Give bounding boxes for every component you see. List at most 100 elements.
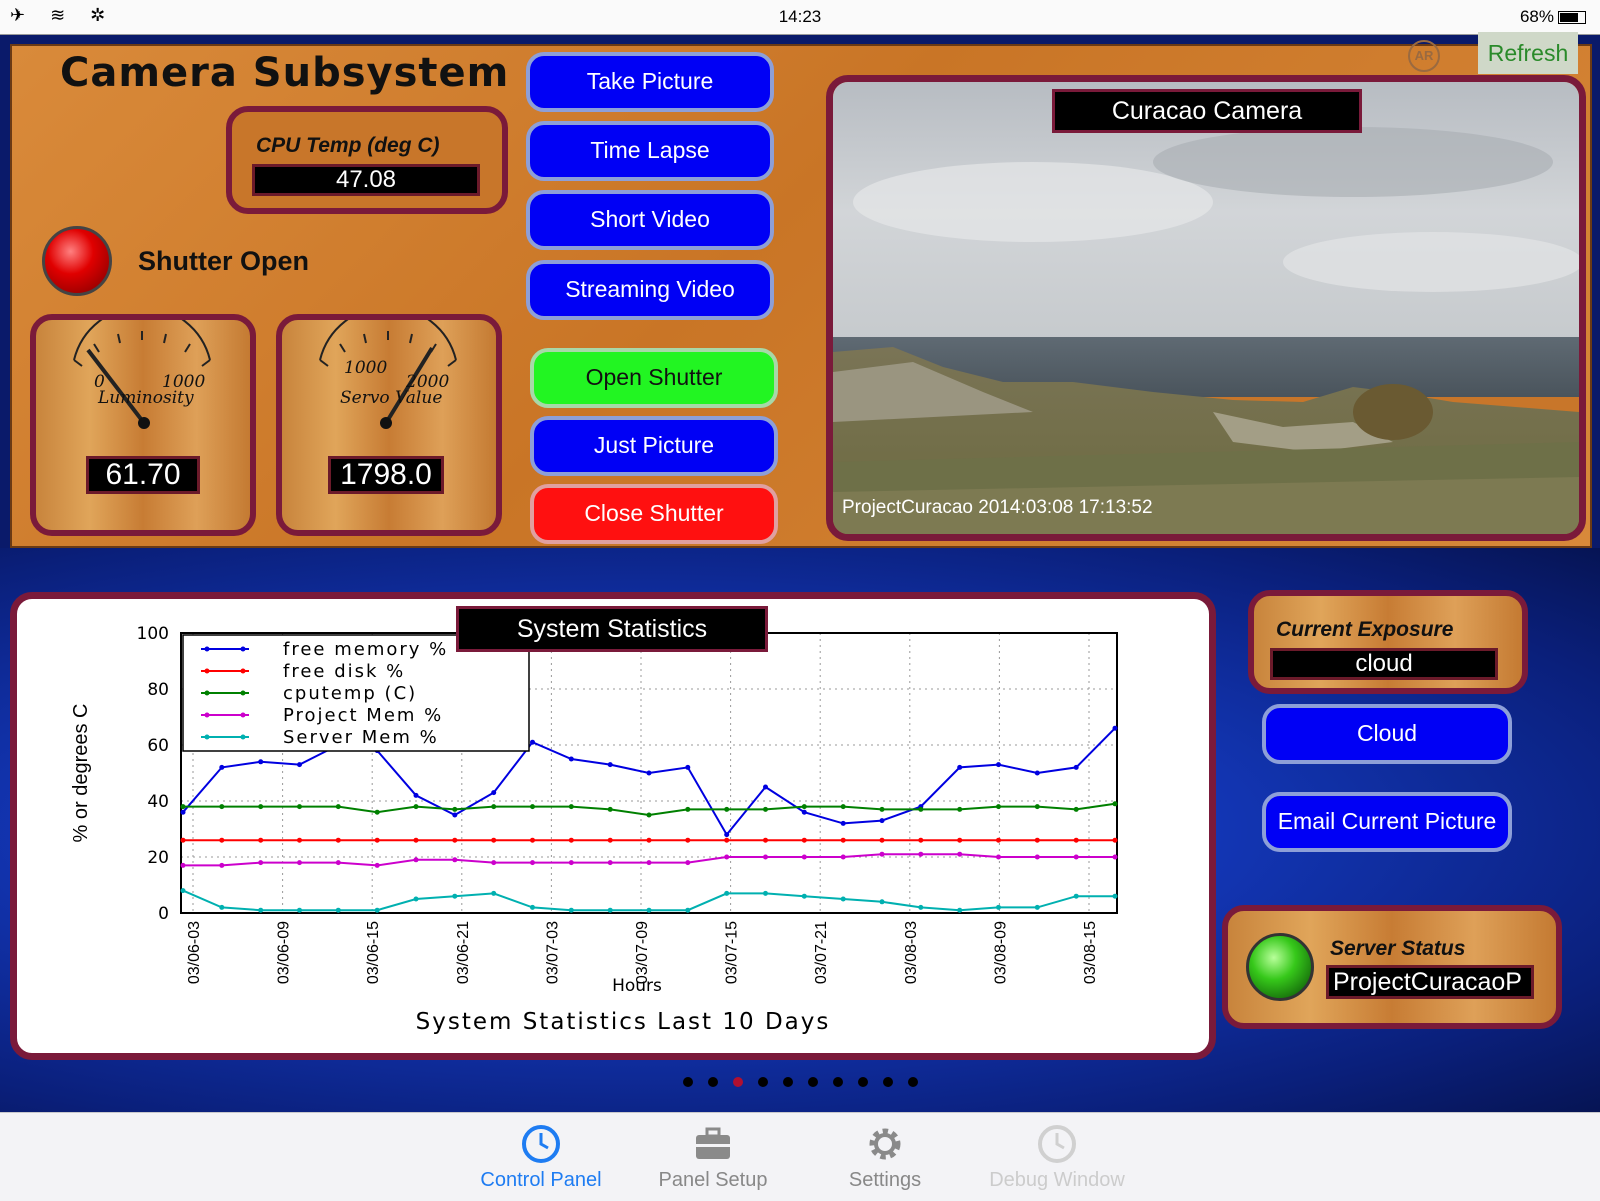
series-point (1112, 854, 1118, 860)
series-point (413, 804, 419, 810)
series-point (413, 896, 419, 902)
server-status-label: Server Status (1330, 937, 1466, 960)
series-point (1112, 893, 1118, 899)
series-point (724, 832, 730, 838)
series-point (1073, 854, 1079, 860)
series-point (607, 860, 613, 866)
camera-title-badge: Curacao Camera (1052, 89, 1362, 133)
page-dot[interactable] (908, 1077, 918, 1087)
time-lapse-button[interactable]: Time Lapse (526, 121, 774, 181)
page-dot[interactable] (733, 1077, 743, 1087)
servo-dial (319, 320, 457, 429)
series-point (219, 862, 225, 868)
x-tick-label: 03/06-15 (365, 921, 382, 984)
series-point (1034, 904, 1040, 910)
page-dot[interactable] (758, 1077, 768, 1087)
y-tick-label: 40 (147, 792, 169, 812)
streaming-video-button[interactable]: Streaming Video (526, 260, 774, 320)
close-shutter-button[interactable]: Close Shutter (530, 484, 778, 544)
x-tick-label: 03/07-09 (634, 921, 651, 984)
take-picture-button[interactable]: Take Picture (526, 52, 774, 112)
ar-icon[interactable]: AR (1408, 40, 1440, 72)
server-status-led (1246, 933, 1314, 1001)
series-point (646, 860, 652, 866)
series-point (452, 857, 458, 863)
y-axis-label: % or degrees C (70, 704, 92, 843)
legend-entry: free disk % (283, 661, 405, 682)
camera-timestamp: ProjectCuracao 2014:03:08 17:13:52 (842, 497, 1153, 518)
series-point (801, 893, 807, 899)
series-point (840, 854, 846, 860)
series-point (957, 806, 963, 812)
series-point (374, 809, 380, 815)
legend-marker (204, 734, 210, 740)
series-point (568, 804, 574, 810)
series-point (996, 837, 1001, 843)
status-bar: ✈ ≋ ✲ 14:23 68% (0, 0, 1600, 35)
statistics-chart: 0 20 40 60 80 100 03/06-03 03/06-09 03/06-15 03/… (70, 624, 1118, 1035)
legend-marker (204, 646, 210, 652)
current-exposure-widget: Current Exposure cloud (1248, 590, 1528, 694)
just-picture-button[interactable]: Just Picture (530, 416, 778, 476)
tab-debug-window[interactable]: Debug Window (972, 1113, 1142, 1201)
battery-indicator: 68% (1520, 7, 1586, 27)
series-point (646, 907, 652, 913)
series-point (452, 812, 458, 818)
tab-control-panel[interactable]: Control Panel (456, 1113, 626, 1201)
series-point (1073, 806, 1079, 812)
series-point (763, 837, 768, 843)
series-point (452, 893, 458, 899)
y-tick-label: 0 (158, 904, 169, 924)
page-dot[interactable] (783, 1077, 793, 1087)
tab-label: Control Panel (480, 1169, 602, 1191)
refresh-button[interactable]: Refresh (1478, 32, 1578, 74)
series-point (374, 862, 380, 868)
series-point (724, 854, 730, 860)
x-tick-label: 03/06-21 (455, 921, 472, 984)
x-tick-label: 03/08-15 (1082, 921, 1099, 984)
series-point (1112, 837, 1118, 843)
legend-marker (204, 690, 210, 696)
page-dot[interactable] (833, 1077, 843, 1087)
x-axis-label: Hours (612, 976, 662, 996)
series-point (297, 762, 302, 768)
series-point (879, 837, 885, 843)
servo-value: 1798.0 (328, 456, 444, 494)
page-dot[interactable] (858, 1077, 868, 1087)
page-dot[interactable] (683, 1077, 693, 1087)
clock-icon (522, 1125, 560, 1163)
short-video-button[interactable]: Short Video (526, 190, 774, 250)
series-point (491, 890, 497, 896)
series-point (685, 907, 691, 913)
series-point (491, 837, 497, 843)
series-point (685, 764, 691, 770)
status-time: 14:23 (778, 7, 822, 26)
series-point (1073, 893, 1079, 899)
series-point (879, 899, 885, 905)
page-dot[interactable] (708, 1077, 718, 1087)
series-point (258, 837, 264, 843)
tab-panel-setup[interactable]: Panel Setup (628, 1113, 798, 1201)
luminosity-gauge: 0 1000 Luminosity 61.70 (30, 314, 256, 536)
clock-icon (1038, 1125, 1076, 1163)
toolbox-icon (696, 1127, 730, 1159)
series-point (530, 860, 535, 866)
page-dot[interactable] (808, 1077, 818, 1087)
series-point (801, 804, 807, 810)
tab-bar: Control Panel Panel Setup Settings Debug… (0, 1112, 1600, 1201)
chart-title-badge: System Statistics (456, 606, 768, 652)
open-shutter-button[interactable]: Open Shutter (530, 348, 778, 408)
series-point (957, 907, 963, 913)
cloud-button[interactable]: Cloud (1262, 704, 1512, 764)
tab-settings[interactable]: Settings (800, 1113, 970, 1201)
series-point (413, 792, 419, 798)
series-point (957, 851, 963, 857)
email-picture-button[interactable]: Email Current Picture (1262, 792, 1512, 852)
series-point (297, 907, 302, 913)
page-dot[interactable] (883, 1077, 893, 1087)
battery-icon (1558, 11, 1586, 25)
y-tick-label: 60 (147, 736, 169, 756)
series-point (297, 804, 302, 810)
server-status-value: ProjectCuracaoP (1326, 965, 1534, 999)
series-point (568, 756, 574, 762)
